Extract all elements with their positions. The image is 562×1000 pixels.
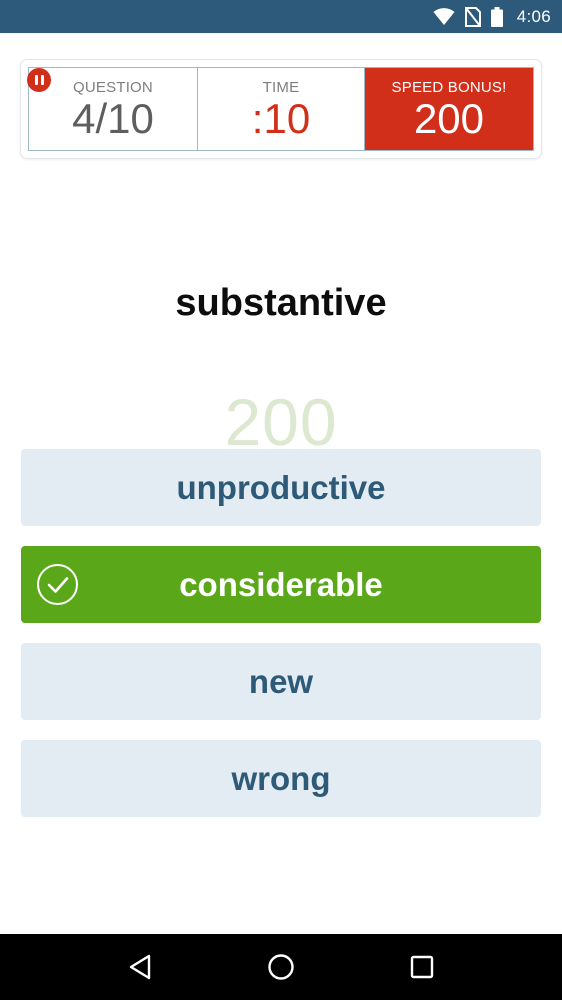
- question-cell: QUESTION 4/10: [29, 68, 198, 150]
- no-sim-icon: [464, 6, 481, 27]
- speed-bonus-value: 200: [413, 95, 485, 142]
- pause-button[interactable]: [27, 68, 51, 92]
- speed-bonus-label: SPEED BONUS!: [391, 79, 507, 96]
- time-cell: TIME :10: [198, 68, 365, 150]
- time-remaining: :10: [251, 95, 311, 142]
- score-grid: QUESTION 4/10 TIME :10 SPEED BONUS! 200: [28, 67, 534, 151]
- answer-option-3[interactable]: new: [21, 643, 541, 720]
- battery-icon: [490, 6, 503, 27]
- question-label: QUESTION: [73, 79, 153, 96]
- time-label: TIME: [262, 79, 300, 96]
- answer-label: considerable: [179, 565, 383, 603]
- back-icon[interactable]: [116, 943, 164, 991]
- recents-icon[interactable]: [398, 943, 446, 991]
- answer-label: wrong: [231, 759, 331, 797]
- answer-label: new: [248, 662, 314, 700]
- navigation-bar: [0, 934, 562, 1000]
- score-panel: QUESTION 4/10 TIME :10 SPEED BONUS! 200: [21, 60, 541, 158]
- answer-option-2-correct[interactable]: considerable: [21, 546, 541, 623]
- question-counter: 4/10: [72, 95, 154, 142]
- status-time: 4:06: [516, 6, 551, 26]
- quiz-word: substantive: [175, 282, 387, 324]
- home-icon[interactable]: [257, 943, 305, 991]
- answer-label: unproductive: [176, 468, 386, 506]
- speed-bonus-cell: SPEED BONUS! 200: [365, 68, 533, 150]
- status-bar: 4:06: [0, 0, 562, 33]
- pause-icon: [34, 75, 38, 85]
- answer-option-1[interactable]: unproductive: [21, 449, 541, 526]
- checkmark-icon: [37, 564, 78, 605]
- answer-option-4[interactable]: wrong: [21, 740, 541, 817]
- wifi-icon: [433, 7, 455, 26]
